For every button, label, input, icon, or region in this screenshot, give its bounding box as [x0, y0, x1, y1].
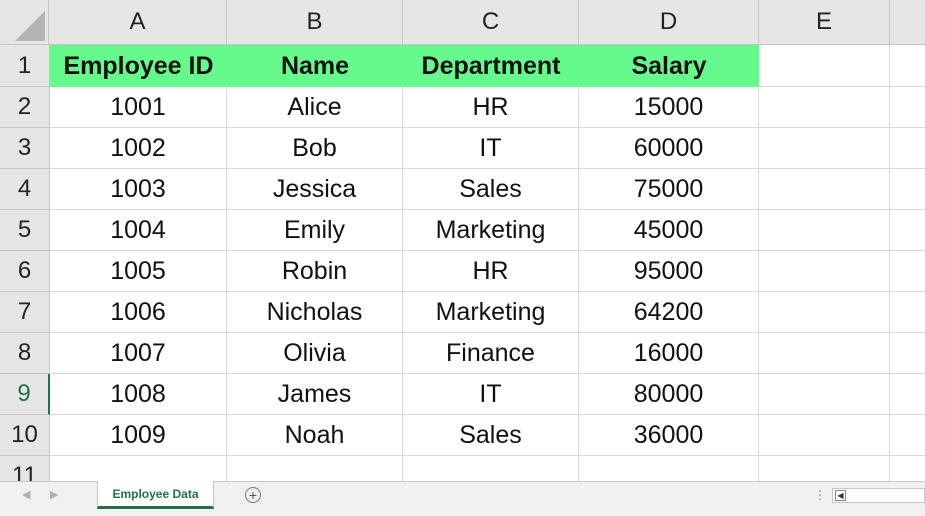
cell-salary[interactable]: 95000	[579, 251, 759, 292]
cell-name[interactable]: Robin	[227, 251, 403, 292]
sheet-tab-bar: ◀ ▶ Employee Data + ⋮ ◀	[0, 481, 925, 511]
grid-cell[interactable]	[759, 251, 890, 292]
row-header-6[interactable]: 6	[0, 251, 50, 292]
cell-employee-id[interactable]: 1001	[50, 87, 227, 128]
grid-cell[interactable]	[759, 333, 890, 374]
column-header-c[interactable]: C	[403, 0, 579, 45]
grid-cell[interactable]	[759, 45, 890, 87]
cell-salary[interactable]: 80000	[579, 374, 759, 415]
row-header-1[interactable]: 1	[0, 45, 50, 87]
cell-department[interactable]: IT	[403, 374, 579, 415]
cell-name[interactable]: Bob	[227, 128, 403, 169]
cell-name[interactable]: Jessica	[227, 169, 403, 210]
grid-cell[interactable]	[50, 456, 227, 481]
grid-cell[interactable]	[759, 456, 890, 481]
cell-name[interactable]: Alice	[227, 87, 403, 128]
column-header-a[interactable]: A	[49, 0, 227, 45]
grid-cell[interactable]	[759, 169, 890, 210]
row-header-3[interactable]: 3	[0, 128, 50, 169]
grid-cell[interactable]	[890, 87, 925, 128]
row-header-5[interactable]: 5	[0, 210, 50, 251]
grid-cell[interactable]	[759, 87, 890, 128]
header-cell-name[interactable]: Name	[227, 45, 403, 87]
cell-salary[interactable]: 45000	[579, 210, 759, 251]
cell-department[interactable]: HR	[403, 87, 579, 128]
cell-employee-id[interactable]: 1009	[50, 415, 227, 456]
cell-salary[interactable]: 64200	[579, 292, 759, 333]
grid-cell[interactable]	[759, 210, 890, 251]
cell-department[interactable]: Marketing	[403, 292, 579, 333]
cell-department[interactable]: Sales	[403, 169, 579, 210]
grid-cell[interactable]	[890, 456, 925, 481]
grid-cell[interactable]	[579, 456, 759, 481]
grid-cell[interactable]	[890, 45, 925, 87]
cell-salary[interactable]: 36000	[579, 415, 759, 456]
cell-name[interactable]: Noah	[227, 415, 403, 456]
row-header-4[interactable]: 4	[0, 169, 50, 210]
cell-employee-id[interactable]: 1004	[50, 210, 227, 251]
grid-cell[interactable]	[227, 456, 403, 481]
tab-scroll-right-icon[interactable]: ▶	[50, 488, 58, 501]
row-header-9[interactable]: 9	[0, 374, 50, 415]
cell-department[interactable]: Finance	[403, 333, 579, 374]
row-header-8[interactable]: 8	[0, 333, 50, 374]
cell-name[interactable]: James	[227, 374, 403, 415]
sheet-tab-employee-data[interactable]: Employee Data	[97, 481, 214, 509]
header-cell-employee-id[interactable]: Employee ID	[50, 45, 227, 87]
cell-name[interactable]: Emily	[227, 210, 403, 251]
grid-cell[interactable]	[890, 169, 925, 210]
column-header-f[interactable]	[890, 0, 925, 45]
header-cell-salary[interactable]: Salary	[579, 45, 759, 87]
cell-name[interactable]: Nicholas	[227, 292, 403, 333]
cell-department[interactable]: HR	[403, 251, 579, 292]
cell-salary[interactable]: 16000	[579, 333, 759, 374]
grid-cell[interactable]	[890, 292, 925, 333]
cell-employee-id[interactable]: 1006	[50, 292, 227, 333]
column-header-e[interactable]: E	[759, 0, 890, 45]
grid-cell[interactable]	[759, 128, 890, 169]
triangle-left-icon[interactable]: ◀	[835, 490, 846, 501]
row-header-10[interactable]: 10	[0, 415, 50, 456]
row-header-11[interactable]: 11	[0, 456, 50, 481]
column-header-b[interactable]: B	[227, 0, 403, 45]
horizontal-scrollbar[interactable]: ◀	[832, 488, 925, 503]
splitter-handle-icon[interactable]: ⋮	[814, 488, 826, 502]
tab-scroll-left-icon[interactable]: ◀	[22, 488, 30, 501]
cell-department[interactable]: IT	[403, 128, 579, 169]
cell-employee-id[interactable]: 1003	[50, 169, 227, 210]
grid-cell[interactable]	[403, 456, 579, 481]
cell-employee-id[interactable]: 1007	[50, 333, 227, 374]
cell-salary[interactable]: 75000	[579, 169, 759, 210]
cell-name[interactable]: Olivia	[227, 333, 403, 374]
grid-cell[interactable]	[890, 128, 925, 169]
status-bar	[0, 511, 925, 516]
grid-cell[interactable]	[759, 415, 890, 456]
select-all-corner[interactable]	[0, 0, 49, 45]
grid-cell[interactable]	[890, 333, 925, 374]
grid-cell[interactable]	[890, 210, 925, 251]
grid-cell[interactable]	[890, 374, 925, 415]
cell-department[interactable]: Marketing	[403, 210, 579, 251]
grid-cell[interactable]	[759, 374, 890, 415]
cell-employee-id[interactable]: 1002	[50, 128, 227, 169]
cell-employee-id[interactable]: 1005	[50, 251, 227, 292]
header-cell-department[interactable]: Department	[403, 45, 579, 87]
grid-cell[interactable]	[759, 292, 890, 333]
grid-cell[interactable]	[890, 251, 925, 292]
plus-circle-icon[interactable]: +	[245, 487, 261, 503]
spreadsheet-grid[interactable]: A B C D E 1 2 3 4 5 6 7 8 9 10 11 Employ…	[0, 0, 925, 481]
cell-salary[interactable]: 60000	[579, 128, 759, 169]
row-header-2[interactable]: 2	[0, 87, 50, 128]
cell-department[interactable]: Sales	[403, 415, 579, 456]
grid-cell[interactable]	[890, 415, 925, 456]
column-header-d[interactable]: D	[579, 0, 759, 45]
row-header-7[interactable]: 7	[0, 292, 50, 333]
cell-salary[interactable]: 15000	[579, 87, 759, 128]
cell-employee-id[interactable]: 1008	[50, 374, 227, 415]
